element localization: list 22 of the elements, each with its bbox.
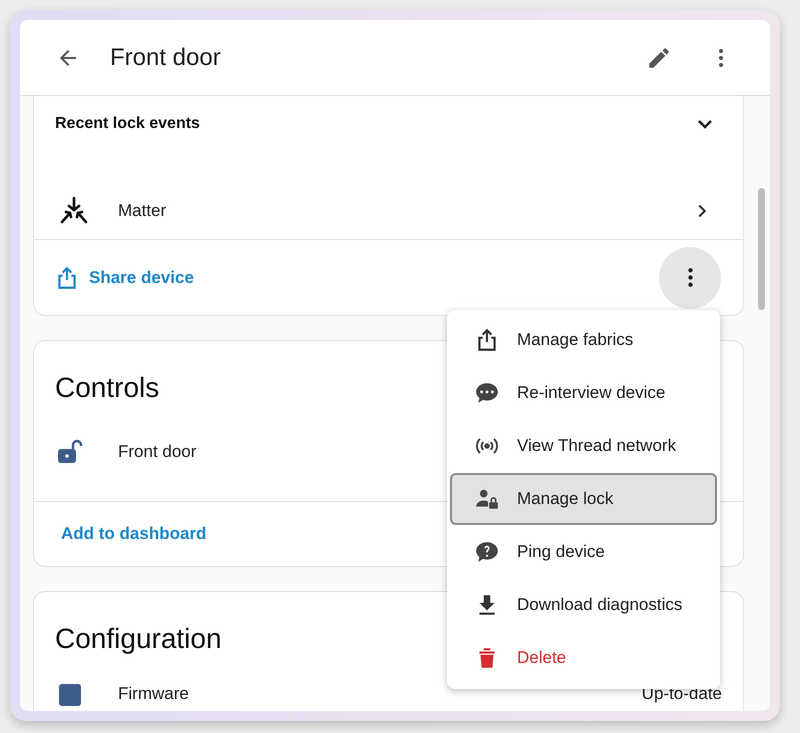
entity-name: Front door: [118, 442, 196, 462]
row-label: Firmware: [118, 684, 189, 704]
add-to-dashboard-link[interactable]: Add to dashboard: [61, 524, 206, 544]
menu-item[interactable]: Download diagnostics: [450, 579, 717, 631]
card-title: Configuration: [55, 622, 222, 656]
menu-item[interactable]: Manage lock: [450, 473, 717, 525]
menu-item[interactable]: Manage fabrics: [450, 314, 717, 366]
menu-item[interactable]: View Thread network: [450, 420, 717, 472]
menu-item[interactable]: Ping device: [450, 526, 717, 578]
section-title[interactable]: Recent lock events: [55, 114, 200, 132]
scrollbar-thumb[interactable]: [758, 188, 765, 310]
share-device-link[interactable]: Share device: [54, 264, 194, 290]
more-options-icon: [688, 268, 692, 287]
row-value: Up-to-date: [642, 684, 722, 704]
integration-row[interactable]: Matter: [34, 182, 743, 240]
menu-item[interactable]: Delete: [450, 632, 717, 684]
page-title: Front door: [110, 44, 222, 72]
matter-logo-icon: [58, 194, 90, 226]
menu-item[interactable]: Re-interview device: [450, 367, 717, 419]
integration-name: Matter: [118, 200, 168, 220]
unlocked-padlock-icon: [56, 438, 84, 466]
card-title: Controls: [55, 371, 160, 405]
